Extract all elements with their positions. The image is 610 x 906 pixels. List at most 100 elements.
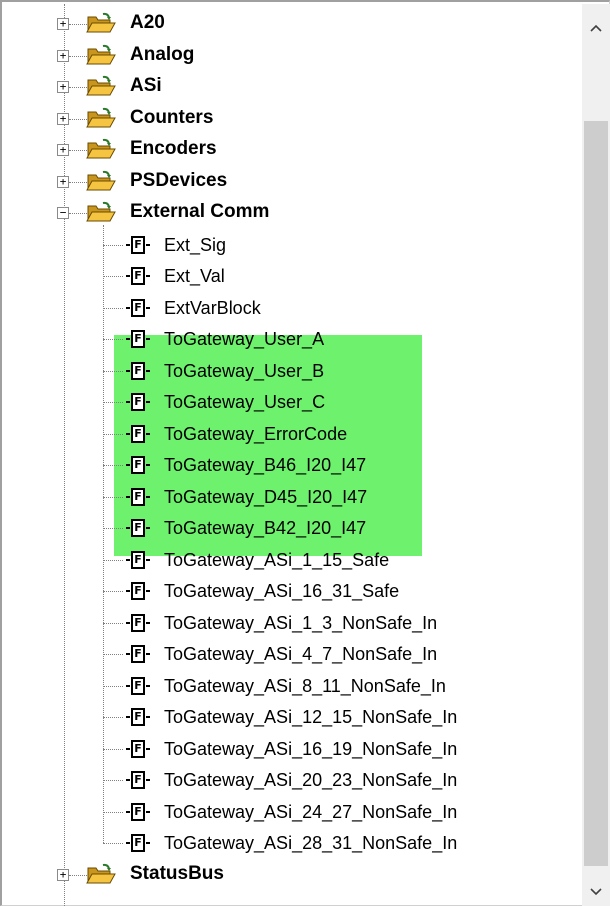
tree-connector <box>103 622 123 624</box>
tree-connector <box>103 244 123 246</box>
chevron-up-icon <box>590 19 602 35</box>
function-label: ToGateway_ASi_24_27_NonSafe_In <box>164 801 458 822</box>
tree-connector <box>103 843 123 844</box>
tree-connector <box>69 181 87 183</box>
function-block-icon: F <box>126 802 150 821</box>
folder-icon <box>86 138 116 160</box>
function-label: ToGateway_ASi_1_3_NonSafe_In <box>164 612 438 633</box>
function-block-icon: F <box>126 834 150 852</box>
function-block-icon: F <box>126 771 150 789</box>
tree-connector <box>103 780 123 781</box>
folder-label: Counters <box>130 106 214 128</box>
function-block-icon: F <box>126 361 150 380</box>
function-block-icon: F <box>126 235 150 254</box>
function-block-icon: F <box>126 298 150 317</box>
function-block-icon: F <box>126 582 150 600</box>
function-label: ToGateway_ASi_8_11_NonSafe_In <box>164 675 446 696</box>
tree-connector <box>103 748 123 750</box>
function-block-icon: F <box>126 708 150 726</box>
folder-label: PSDevices <box>130 169 228 191</box>
expand-icon[interactable]: + <box>57 112 69 125</box>
function-label: ToGateway_ErrorCode <box>164 423 348 444</box>
function-label: ToGateway_ASi_1_15_Safe <box>164 549 390 570</box>
function-block-icon: F <box>126 424 150 443</box>
folder-icon <box>86 107 116 129</box>
folder-label: ASi <box>130 75 162 96</box>
folder-icon <box>86 863 116 885</box>
vertical-scrollbar[interactable] <box>582 4 610 906</box>
tree-connector <box>103 685 123 687</box>
function-label: ExtVarBlock <box>164 297 261 318</box>
folder-icon <box>86 201 116 223</box>
function-block-icon: F <box>126 676 150 695</box>
tree-connector <box>103 591 123 592</box>
collapse-icon[interactable]: − <box>57 207 69 219</box>
function-block-icon: F <box>126 645 150 663</box>
function-block-icon: F <box>126 393 150 411</box>
expand-icon[interactable]: + <box>57 49 69 62</box>
function-block-icon: F <box>126 550 150 569</box>
folder-icon <box>86 75 116 97</box>
tree-connector <box>103 717 123 718</box>
folder-label: A20 <box>130 12 165 33</box>
function-block-icon: F <box>126 267 150 285</box>
function-label: Ext_Sig <box>164 234 227 255</box>
scrollbar-thumb[interactable] <box>584 121 608 866</box>
tree-connector <box>103 433 123 435</box>
function-label: ToGateway_ASi_4_7_NonSafe_In <box>164 644 438 664</box>
chevron-down-icon <box>590 883 602 899</box>
tree-connector <box>103 654 123 655</box>
scroll-down-button[interactable] <box>582 876 610 906</box>
tree-connector <box>103 307 123 309</box>
tree-connector <box>103 465 123 466</box>
folder-icon <box>86 170 116 192</box>
folder-label: StatusBus <box>130 862 224 884</box>
function-block-icon: F <box>126 456 150 474</box>
function-label: ToGateway_User_A <box>164 329 325 349</box>
function-label: ToGateway_ASi_12_15_NonSafe_In <box>164 707 458 727</box>
tree-branch <box>103 225 104 843</box>
function-label: Ext_Val <box>164 266 225 286</box>
tree-connector <box>103 811 123 813</box>
function-label: ToGateway_User_C <box>164 392 326 412</box>
tree-connector <box>103 276 123 277</box>
function-block-icon: F <box>126 739 150 758</box>
tree-connector <box>69 24 87 25</box>
expand-icon[interactable]: + <box>57 868 69 881</box>
function-label: ToGateway_ASi_20_23_NonSafe_In <box>164 770 458 790</box>
function-label: ToGateway_B46_I20_I47 <box>164 455 367 475</box>
tree-connector <box>103 559 123 561</box>
tree-connector <box>103 370 123 372</box>
function-block-icon: F <box>126 519 150 537</box>
tree-connector <box>103 402 123 403</box>
tree-panel: + A20 + Analog + ASi + Counters + Encoders + PSDevi… <box>0 0 610 906</box>
tree-connector <box>69 55 87 57</box>
tree-item-function[interactable] <box>4 231 582 261</box>
folder-icon <box>86 44 116 66</box>
folder-label: Encoders <box>130 138 217 159</box>
tree-connector <box>103 496 123 498</box>
expand-icon[interactable]: + <box>57 81 69 93</box>
tree-connector <box>103 528 123 529</box>
tree-connector <box>69 118 87 120</box>
scroll-up-button[interactable] <box>582 12 610 42</box>
tree-connector <box>69 87 87 88</box>
folder-label: External Comm <box>130 201 270 222</box>
expand-icon[interactable]: + <box>57 144 69 156</box>
tree-connector <box>69 874 87 876</box>
tree-view[interactable]: + A20 + Analog + ASi + Counters + Encoders + PSDevi… <box>4 4 582 906</box>
tree-item-function[interactable] <box>4 294 582 324</box>
tree-connector <box>69 150 87 151</box>
expand-icon[interactable]: + <box>57 18 69 30</box>
function-label: ToGateway_ASi_16_19_NonSafe_In <box>164 738 458 759</box>
function-label: ToGateway_ASi_16_31_Safe <box>164 581 400 601</box>
tree-connector <box>69 213 87 214</box>
function-label: ToGateway_User_B <box>164 360 325 381</box>
function-label: ToGateway_ASi_28_31_NonSafe_In <box>164 833 458 853</box>
folder-label: Analog <box>130 43 195 65</box>
expand-icon[interactable]: + <box>57 175 69 188</box>
function-block-icon: F <box>126 613 150 632</box>
function-block-icon: F <box>126 487 150 506</box>
function-label: ToGateway_D45_I20_I47 <box>164 486 368 507</box>
tree-item-function[interactable] <box>4 262 582 292</box>
